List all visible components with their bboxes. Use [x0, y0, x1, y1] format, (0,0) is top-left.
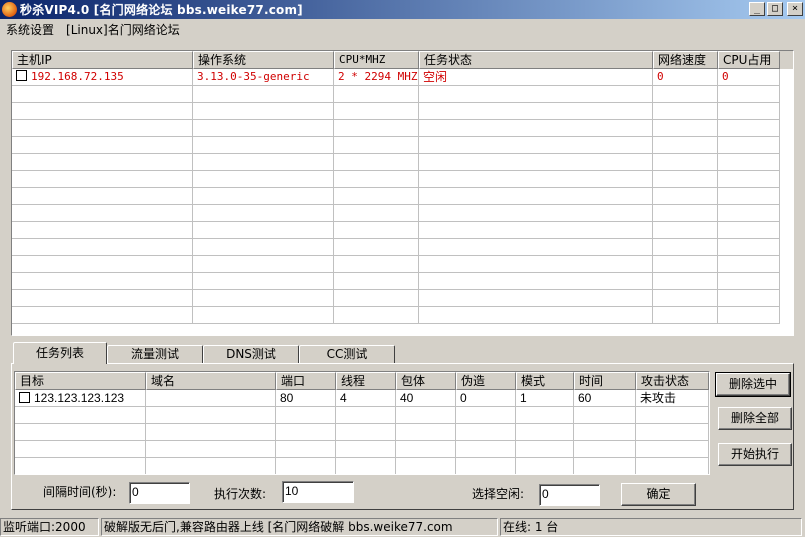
host-list[interactable]: 主机IP 操作系统 CPU*MHZ 任务状态 网络速度 CPU占用 192.16… — [11, 50, 794, 336]
task-packet-cell: 40 — [396, 390, 456, 407]
host-list-header: 主机IP 操作系统 CPU*MHZ 任务状态 网络速度 CPU占用 — [12, 51, 793, 69]
empty-row — [12, 256, 793, 273]
app-icon — [2, 2, 17, 17]
empty-row — [12, 273, 793, 290]
col-attack-state[interactable]: 攻击状态 — [636, 372, 709, 390]
empty-row — [12, 171, 793, 188]
tab-traffic-test[interactable]: 流量测试 — [107, 345, 203, 364]
col-mode[interactable]: 模式 — [516, 372, 574, 390]
empty-row — [12, 86, 793, 103]
empty-row — [12, 103, 793, 120]
idle-label: 选择空闲: — [472, 487, 525, 501]
interval-input[interactable]: 0 — [129, 482, 190, 504]
empty-row — [12, 205, 793, 222]
empty-row — [12, 222, 793, 239]
empty-row — [15, 441, 709, 458]
task-threads-cell: 4 — [336, 390, 396, 407]
task-list[interactable]: 目标 域名 端口 线程 包体 伪造 模式 时间 攻击状态 123.123.123… — [14, 371, 710, 475]
empty-row — [12, 239, 793, 256]
col-threads[interactable]: 线程 — [336, 372, 396, 390]
empty-row — [15, 458, 709, 474]
tab-task-list[interactable]: 任务列表 — [13, 342, 107, 364]
task-row[interactable]: 123.123.123.123 80 4 40 0 1 60 未攻击 — [15, 390, 709, 407]
host-status-cell: 空闲 — [419, 69, 653, 86]
col-port[interactable]: 端口 — [276, 372, 336, 390]
host-checkbox[interactable] — [16, 70, 27, 81]
delete-selected-button[interactable]: 删除选中 — [715, 372, 791, 397]
count-label: 执行次数: — [214, 487, 267, 501]
host-speed-cell: 0 — [653, 69, 718, 86]
menu-system-settings[interactable]: 系统设置 — [0, 21, 60, 38]
col-os[interactable]: 操作系统 — [193, 51, 334, 69]
empty-row — [12, 137, 793, 154]
tab-dns-test[interactable]: DNS测试 — [203, 345, 299, 364]
empty-row — [12, 290, 793, 307]
delete-all-button[interactable]: 删除全部 — [718, 407, 792, 430]
empty-row — [12, 188, 793, 205]
task-state-cell: 未攻击 — [636, 390, 709, 407]
status-message: 破解版无后门,兼容路由器上线 [名门网络破解 bbs.weike77.com — [101, 518, 498, 536]
col-net-speed[interactable]: 网络速度 — [653, 51, 718, 69]
status-online: 在线: 1 台 — [500, 518, 802, 536]
task-mode-cell: 1 — [516, 390, 574, 407]
col-packet[interactable]: 包体 — [396, 372, 456, 390]
host-rows: 192.168.72.135 3.13.0-35-generic 2 * 2294 … — [12, 69, 793, 324]
task-port-cell: 80 — [276, 390, 336, 407]
tab-bar: 任务列表 流量测试 DNS测试 CC测试 — [13, 342, 395, 364]
col-host-ip[interactable]: 主机IP — [12, 51, 193, 69]
interval-label: 间隔时间(秒): — [43, 485, 117, 499]
confirm-button[interactable]: 确定 — [621, 483, 696, 506]
empty-row — [15, 424, 709, 441]
host-ip-cell: 192.168.72.135 — [12, 69, 193, 86]
count-input[interactable]: 10 — [282, 481, 354, 503]
col-fake[interactable]: 伪造 — [456, 372, 516, 390]
task-checkbox[interactable] — [19, 392, 30, 403]
empty-row — [12, 307, 793, 324]
tab-cc-test[interactable]: CC测试 — [299, 345, 395, 364]
col-task-status[interactable]: 任务状态 — [419, 51, 653, 69]
empty-row — [12, 120, 793, 137]
close-button[interactable]: × — [787, 2, 803, 16]
window-controls: _ □ × — [749, 2, 803, 16]
maximize-button[interactable]: □ — [767, 2, 783, 16]
host-cpu-cell: 2 * 2294 MHZ — [334, 69, 419, 86]
start-button[interactable]: 开始执行 — [718, 443, 792, 466]
task-target-cell: 123.123.123.123 — [15, 390, 146, 407]
col-domain[interactable]: 域名 — [146, 372, 276, 390]
empty-row — [12, 154, 793, 171]
task-list-header: 目标 域名 端口 线程 包体 伪造 模式 时间 攻击状态 — [15, 372, 709, 390]
idle-input[interactable]: 0 — [539, 484, 600, 506]
status-bar: 监听端口:2000 破解版无后门,兼容路由器上线 [名门网络破解 bbs.wei… — [0, 517, 805, 537]
empty-row — [15, 407, 709, 424]
host-row[interactable]: 192.168.72.135 3.13.0-35-generic 2 * 2294 … — [12, 69, 793, 86]
task-domain-cell — [146, 390, 276, 407]
host-os-cell: 3.13.0-35-generic — [193, 69, 334, 86]
task-rows: 123.123.123.123 80 4 40 0 1 60 未攻击 — [15, 390, 709, 474]
col-target[interactable]: 目标 — [15, 372, 146, 390]
minimize-button[interactable]: _ — [749, 2, 765, 16]
status-port: 监听端口:2000 — [0, 518, 99, 536]
host-usage-cell: 0 — [718, 69, 780, 86]
col-cpu-mhz[interactable]: CPU*MHZ — [334, 51, 419, 69]
menu-bar: 系统设置 [Linux]名门网络论坛 — [0, 19, 805, 39]
col-time[interactable]: 时间 — [574, 372, 636, 390]
menu-linux-forum[interactable]: [Linux]名门网络论坛 — [60, 21, 186, 38]
window-title: 秒杀VIP4.0 [名门网络论坛 bbs.weike77.com] — [20, 3, 303, 17]
col-cpu-usage[interactable]: CPU占用 — [718, 51, 780, 69]
title-bar[interactable]: 秒杀VIP4.0 [名门网络论坛 bbs.weike77.com] _ □ × — [0, 0, 805, 19]
task-time-cell: 60 — [574, 390, 636, 407]
task-fake-cell: 0 — [456, 390, 516, 407]
